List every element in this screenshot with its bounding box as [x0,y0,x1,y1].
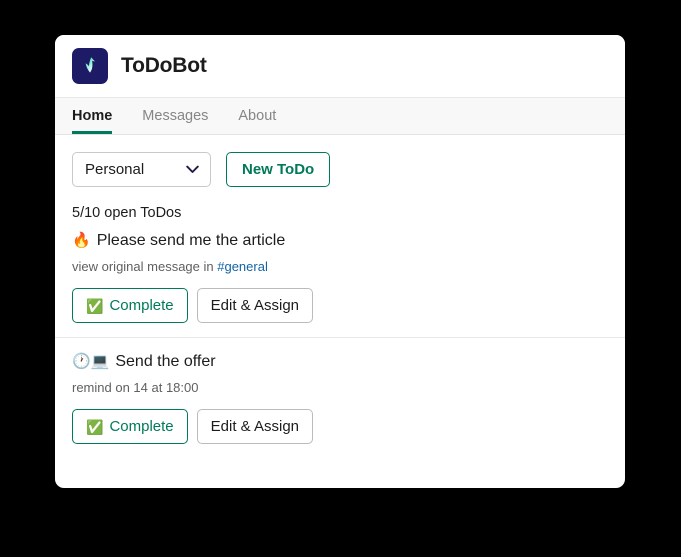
complete-button[interactable]: ✅ Complete [72,288,188,323]
todo-meta-prefix: view original message in [72,259,218,274]
edit-assign-button[interactable]: Edit & Assign [196,288,314,323]
screen-background: ToDoBot Home Messages About Personal New… [0,0,681,557]
app-header: ToDoBot [55,35,625,97]
todo-item: 🔥 Please send me the article view origin… [72,230,608,337]
chevron-down-icon [186,161,199,179]
fire-emoji: 🔥 [72,232,91,249]
scope-select-value: Personal [85,161,145,178]
todo-actions: ✅ Complete Edit & Assign [72,288,608,323]
todo-title-text: Please send me the article [96,232,286,249]
todo-title-row: 🕐💻 Send the offer [72,351,608,373]
check-mark-emoji: ✅ [86,297,104,314]
tab-home-label: Home [72,108,113,124]
todobot-logo-icon [72,48,108,84]
divider-spacer [72,338,608,351]
complete-button-label: Complete [109,297,174,314]
app-home-card: ToDoBot Home Messages About Personal New… [55,35,625,488]
tab-home[interactable]: Home [72,98,121,134]
tab-messages[interactable]: Messages [133,98,217,134]
app-body: Personal New ToDo 5/10 open ToDos � [55,135,625,458]
app-title: ToDoBot [121,54,207,77]
todo-title-row: 🔥 Please send me the article [72,230,608,252]
tab-about[interactable]: About [229,98,285,134]
edit-assign-button[interactable]: Edit & Assign [196,409,314,444]
edit-assign-button-label: Edit & Assign [210,418,300,435]
check-mark-emoji: ✅ [86,418,104,435]
todo-meta: view original message in #general [72,258,608,276]
scope-select[interactable]: Personal [72,152,211,187]
tab-messages-label: Messages [142,108,209,124]
new-todo-button-label: New ToDo [242,161,315,178]
edit-assign-button-label: Edit & Assign [210,297,300,314]
channel-link[interactable]: #general [217,259,268,274]
complete-button-label: Complete [109,418,174,435]
tab-about-label: About [238,108,277,124]
controls-row: Personal New ToDo [72,135,608,187]
todo-meta: remind on 14 at 18:00 [72,379,608,397]
new-todo-button[interactable]: New ToDo [226,152,331,187]
todo-item: 🕐💻 Send the offer remind on 14 at 18:00 … [72,351,608,458]
todo-list: 🔥 Please send me the article view origin… [55,221,625,458]
todo-actions: ✅ Complete Edit & Assign [72,409,608,444]
clock-laptop-emoji: 🕐💻 [72,353,110,370]
todo-meta-prefix: remind on 14 at 18:00 [72,380,199,395]
app-tab-bar: Home Messages About [55,97,625,135]
todo-title-text: Send the offer [115,353,216,370]
open-todos-count: 5/10 open ToDos [72,205,182,221]
complete-button[interactable]: ✅ Complete [72,409,188,444]
